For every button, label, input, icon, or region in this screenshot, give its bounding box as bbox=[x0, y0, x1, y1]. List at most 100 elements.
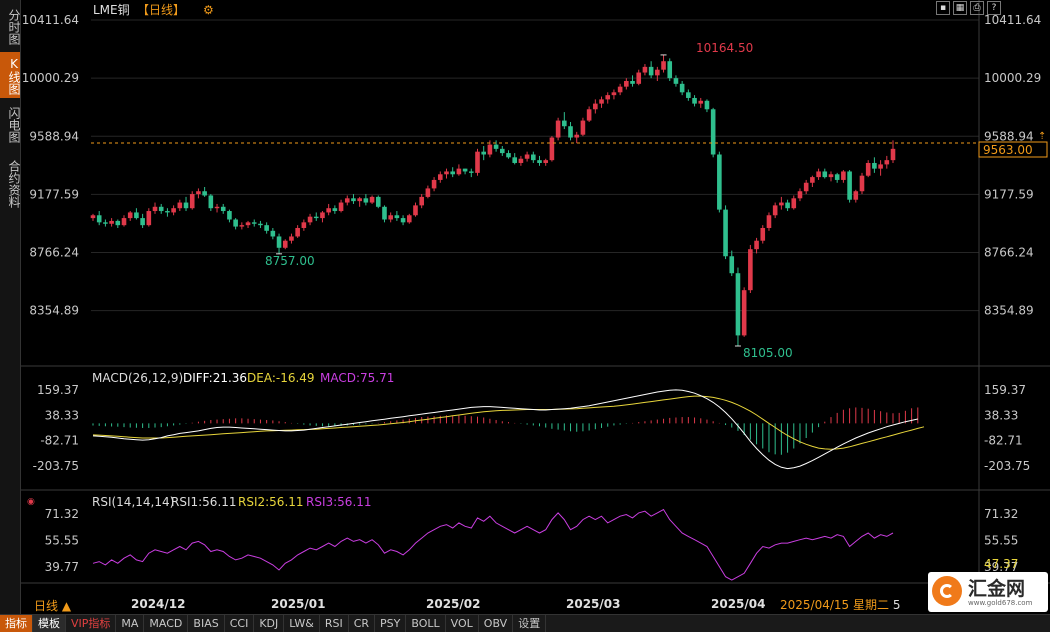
candle-body bbox=[859, 175, 865, 192]
tab-settings[interactable]: 设置 bbox=[513, 615, 547, 632]
rsi-current-label: 47.37 bbox=[984, 557, 1018, 571]
candle-body bbox=[562, 120, 567, 127]
settings-gear-icon[interactable]: ⚙ bbox=[203, 3, 214, 17]
candle-body bbox=[382, 206, 387, 220]
candlesticks bbox=[90, 54, 896, 347]
candle-body bbox=[816, 171, 821, 178]
rsi-settings-icon[interactable]: ◉ bbox=[27, 497, 35, 507]
symbol-title: LME铜 bbox=[93, 2, 130, 17]
candle-body bbox=[431, 179, 437, 189]
low-annotation-left: 8757.00 bbox=[265, 254, 315, 268]
candle-body bbox=[741, 290, 747, 336]
candle-body bbox=[884, 160, 890, 165]
candle-body bbox=[177, 202, 183, 209]
candle-body bbox=[388, 215, 393, 220]
candle-body bbox=[369, 196, 375, 203]
layout-grid-icon[interactable]: ▦ bbox=[953, 1, 967, 15]
candle-body bbox=[698, 100, 704, 104]
tab-flash-chart[interactable]: 闪电图 bbox=[0, 100, 21, 148]
tab-rsi[interactable]: RSI bbox=[320, 615, 349, 632]
brand-logo: 汇金网 www.gold678.com bbox=[928, 572, 1048, 612]
candle-body bbox=[661, 61, 666, 70]
print-icon[interactable]: ⎙ bbox=[970, 1, 984, 15]
tab-timeshare[interactable]: 分时图 bbox=[0, 2, 21, 50]
tab-kdj[interactable]: KDJ bbox=[254, 615, 285, 632]
tab-kline[interactable]: K线图 bbox=[0, 52, 21, 98]
tab-contract-info[interactable]: 合约资料 bbox=[0, 152, 21, 214]
candle-body bbox=[90, 215, 96, 219]
candle-body bbox=[772, 205, 778, 216]
help-icon[interactable]: ? bbox=[987, 1, 1001, 15]
layout-single-icon[interactable]: ▪ bbox=[936, 1, 950, 15]
time-tick-label: 2024/12 bbox=[131, 597, 185, 611]
candle-body bbox=[270, 230, 276, 237]
range-button[interactable]: 日线 ▲ bbox=[34, 597, 71, 614]
candle-body bbox=[531, 154, 536, 161]
candle-body bbox=[233, 219, 238, 227]
candle-body bbox=[462, 168, 468, 172]
candle-body bbox=[500, 148, 505, 154]
rsi-line bbox=[92, 508, 894, 581]
candle-body bbox=[481, 151, 486, 155]
macd-tick-label-left: -82.71 bbox=[40, 434, 79, 448]
chart-canvas[interactable]: 10411.64 10411.6410000.29 10000.299588.94 9… bbox=[21, 0, 1050, 614]
low-annotation: 8105.00 bbox=[743, 346, 793, 360]
candle-body bbox=[735, 273, 741, 336]
tab-lw[interactable]: LW& bbox=[284, 615, 320, 632]
tab-vip-indicators[interactable]: VIP指标 bbox=[66, 615, 117, 632]
candle-body bbox=[413, 205, 418, 216]
candle-body bbox=[152, 206, 158, 212]
candle-body bbox=[779, 202, 784, 206]
tab-boll[interactable]: BOLL bbox=[406, 615, 446, 632]
price-tick-label-right: 8766.24 bbox=[984, 246, 1034, 260]
candle-body bbox=[624, 81, 629, 87]
tab-macd[interactable]: MACD bbox=[144, 615, 189, 632]
tab-vol[interactable]: VOL bbox=[446, 615, 479, 632]
tab-ma[interactable]: MA bbox=[116, 615, 145, 632]
tab-indicators[interactable]: 指标 bbox=[0, 615, 33, 632]
macd-tick-label-right: -82.71 bbox=[984, 434, 1023, 448]
candle-body bbox=[493, 144, 499, 149]
candle-body bbox=[326, 208, 331, 213]
candle-body bbox=[710, 109, 716, 155]
candle-body bbox=[251, 222, 257, 224]
macd-diff-label: DIFF:21.36 bbox=[183, 371, 247, 385]
candle-body bbox=[853, 191, 859, 200]
candle-body bbox=[146, 211, 152, 226]
tab-psy[interactable]: PSY bbox=[375, 615, 407, 632]
tab-templates[interactable]: 模板 bbox=[33, 615, 66, 632]
candle-body bbox=[512, 157, 518, 163]
candle-body bbox=[134, 212, 139, 219]
candle-body bbox=[704, 100, 710, 110]
price-arrow-icon: ⇡ bbox=[1038, 131, 1046, 142]
cursor-date: 2025/04/15 星期二 5 bbox=[780, 596, 900, 613]
candle-body bbox=[630, 81, 635, 84]
candle-body bbox=[549, 137, 555, 161]
candle-body bbox=[537, 160, 542, 163]
candle-body bbox=[580, 120, 586, 135]
candle-body bbox=[220, 206, 226, 212]
tab-bias[interactable]: BIAS bbox=[188, 615, 225, 632]
chart-area[interactable]: 10411.64 10411.64 10000.29 10000.29 9588.94 9… bbox=[21, 0, 1050, 614]
tab-cci[interactable]: CCI bbox=[225, 615, 255, 632]
candle-body bbox=[686, 92, 691, 98]
tab-cr[interactable]: CR bbox=[349, 615, 376, 632]
candle-body bbox=[803, 182, 809, 192]
tab-obv[interactable]: OBV bbox=[479, 615, 514, 632]
rsi-tick-label-right: 55.55 bbox=[984, 533, 1018, 547]
candle-body bbox=[96, 215, 102, 223]
candle-body bbox=[785, 202, 790, 209]
candle-body bbox=[344, 198, 350, 203]
candle-body bbox=[375, 196, 381, 207]
rsi-tick-label-right: 71.32 bbox=[984, 507, 1018, 521]
candle-body bbox=[103, 222, 108, 224]
candle-body bbox=[419, 196, 424, 206]
price-tick-label-left: 8766.24 bbox=[29, 246, 79, 260]
candle-body bbox=[593, 103, 598, 110]
candle-body bbox=[655, 69, 660, 76]
candle-body bbox=[400, 218, 406, 223]
macd-tick-label-left: 38.33 bbox=[45, 408, 79, 422]
candle-body bbox=[208, 195, 214, 209]
candle-body bbox=[363, 198, 369, 203]
indicator-tab-bar: 指标 模板 VIP指标 MA MACD BIAS CCI KDJ LW& RSI CR PSY BOLL… bbox=[0, 614, 1050, 632]
